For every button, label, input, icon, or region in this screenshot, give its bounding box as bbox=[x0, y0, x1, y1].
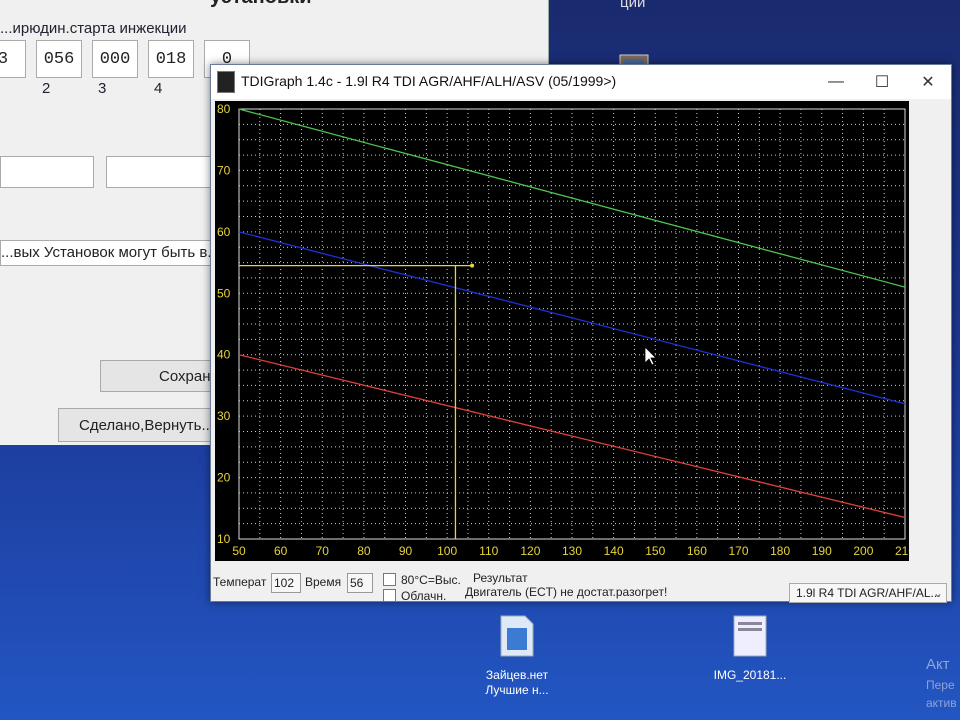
image-file-icon bbox=[733, 615, 767, 657]
y-tick-label: 50 bbox=[217, 286, 231, 300]
activate-text-2: Пере bbox=[926, 678, 955, 692]
x-tick-label: 150 bbox=[645, 544, 665, 558]
time-label: Время bbox=[305, 575, 342, 589]
temp-label: Температ bbox=[213, 575, 267, 589]
x-tick-label: 210 bbox=[895, 544, 909, 558]
bg-field[interactable]: 3 bbox=[0, 40, 26, 78]
chevron-down-icon: ⌄ bbox=[932, 586, 943, 600]
bg-field-number: 2 bbox=[42, 80, 51, 97]
x-tick-label: 200 bbox=[853, 544, 873, 558]
minimize-button[interactable]: — bbox=[813, 65, 859, 99]
checkbox-80c[interactable] bbox=[383, 573, 396, 586]
series-line bbox=[238, 108, 906, 288]
bg-done-button[interactable]: Сделано,Вернуть... bbox=[58, 408, 212, 442]
y-tick-label: 40 bbox=[217, 348, 231, 362]
y-tick-label: 20 bbox=[217, 471, 231, 485]
time-field[interactable]: 56 bbox=[347, 573, 373, 593]
x-tick-label: 160 bbox=[687, 544, 707, 558]
bg-injection-label: ...ирюдин.старта инжекции bbox=[0, 20, 187, 37]
app-icon bbox=[217, 71, 235, 93]
y-tick-label: 80 bbox=[217, 102, 231, 116]
engine-select-value: 1.9l R4 TDI AGR/AHF/AL... bbox=[796, 586, 941, 600]
desktop-icon-label: IMG_20181... bbox=[713, 668, 787, 682]
desktop-icon-zaycev[interactable]: Зайцев.нет Лучшие н... bbox=[462, 614, 572, 698]
x-tick-label: 70 bbox=[316, 544, 330, 558]
maximize-button[interactable]: ☐ bbox=[859, 65, 905, 99]
bg-save-button[interactable]: Сохран... bbox=[100, 360, 212, 392]
bg-field-number: 3 bbox=[98, 80, 107, 97]
x-tick-label: 60 bbox=[274, 544, 288, 558]
temp-field[interactable]: 102 bbox=[271, 573, 301, 593]
checkbox-cloudy[interactable] bbox=[383, 589, 396, 602]
desktop-top-text: ций bbox=[620, 0, 646, 11]
x-tick-label: 130 bbox=[562, 544, 582, 558]
y-tick-label: 60 bbox=[217, 225, 231, 239]
checkbox-80c-label: 80°C=Выс. bbox=[401, 573, 461, 587]
x-tick-label: 190 bbox=[812, 544, 832, 558]
close-button[interactable]: ✕ bbox=[905, 65, 951, 99]
y-tick-label: 70 bbox=[217, 163, 231, 177]
marker-point bbox=[470, 263, 475, 268]
x-tick-label: 100 bbox=[437, 544, 457, 558]
checkbox-cloudy-label: Облачн. bbox=[401, 589, 447, 603]
desktop-icon-label: Зайцев.нет Лучшие н... bbox=[485, 668, 549, 697]
bg-field[interactable]: 000 bbox=[92, 40, 138, 78]
activate-text-3: актив bbox=[926, 696, 957, 710]
bg-window-title: установки bbox=[210, 0, 312, 9]
result-text: Двигатель (ECT) не достат.разогрет! bbox=[465, 585, 668, 599]
bg-field[interactable]: 056 bbox=[36, 40, 82, 78]
x-tick-label: 170 bbox=[728, 544, 748, 558]
result-label: Результат bbox=[473, 571, 528, 585]
tdigraph-window: TDIGraph 1.4c - 1.9l R4 TDI AGR/AHF/ALH/… bbox=[210, 64, 952, 603]
x-tick-label: 120 bbox=[520, 544, 540, 558]
bg-input-box[interactable] bbox=[0, 156, 94, 188]
file-icon bbox=[500, 615, 534, 657]
x-tick-label: 110 bbox=[479, 544, 498, 558]
plot-area: 10 20 30 40 50 60 70 80 50 60 70 80 90 100 110 120 130 14… bbox=[215, 101, 915, 561]
y-tick-label: 30 bbox=[217, 409, 231, 423]
temperature-chart: 10 20 30 40 50 60 70 80 50 60 70 80 90 100 110 120 130 14… bbox=[217, 102, 915, 558]
bg-note-text: ...вых Установок могут быть в... bbox=[0, 240, 214, 266]
title-bar[interactable]: TDIGraph 1.4c - 1.9l R4 TDI AGR/AHF/ALH/… bbox=[211, 65, 951, 99]
cursor-icon bbox=[644, 346, 657, 366]
desktop-icon-img[interactable]: IMG_20181... bbox=[700, 614, 800, 683]
activate-text-1: Акт bbox=[926, 656, 950, 673]
bg-field-number: 4 bbox=[154, 80, 163, 97]
x-tick-label: 80 bbox=[357, 544, 371, 558]
x-tick-label: 180 bbox=[770, 544, 790, 558]
x-tick-label: 90 bbox=[399, 544, 413, 558]
status-bar: Температ 102 Время 56 80°C=Выс. Облачн. … bbox=[211, 569, 951, 603]
y-tick-label: 10 bbox=[217, 532, 231, 546]
x-tick-label: 140 bbox=[604, 544, 624, 558]
bg-field[interactable]: 018 bbox=[148, 40, 194, 78]
engine-select[interactable]: 1.9l R4 TDI AGR/AHF/AL... ⌄ bbox=[789, 583, 947, 603]
x-tick-label: 50 bbox=[232, 544, 246, 558]
bg-input-box[interactable] bbox=[106, 156, 214, 188]
window-title: TDIGraph 1.4c - 1.9l R4 TDI AGR/AHF/ALH/… bbox=[241, 73, 617, 89]
